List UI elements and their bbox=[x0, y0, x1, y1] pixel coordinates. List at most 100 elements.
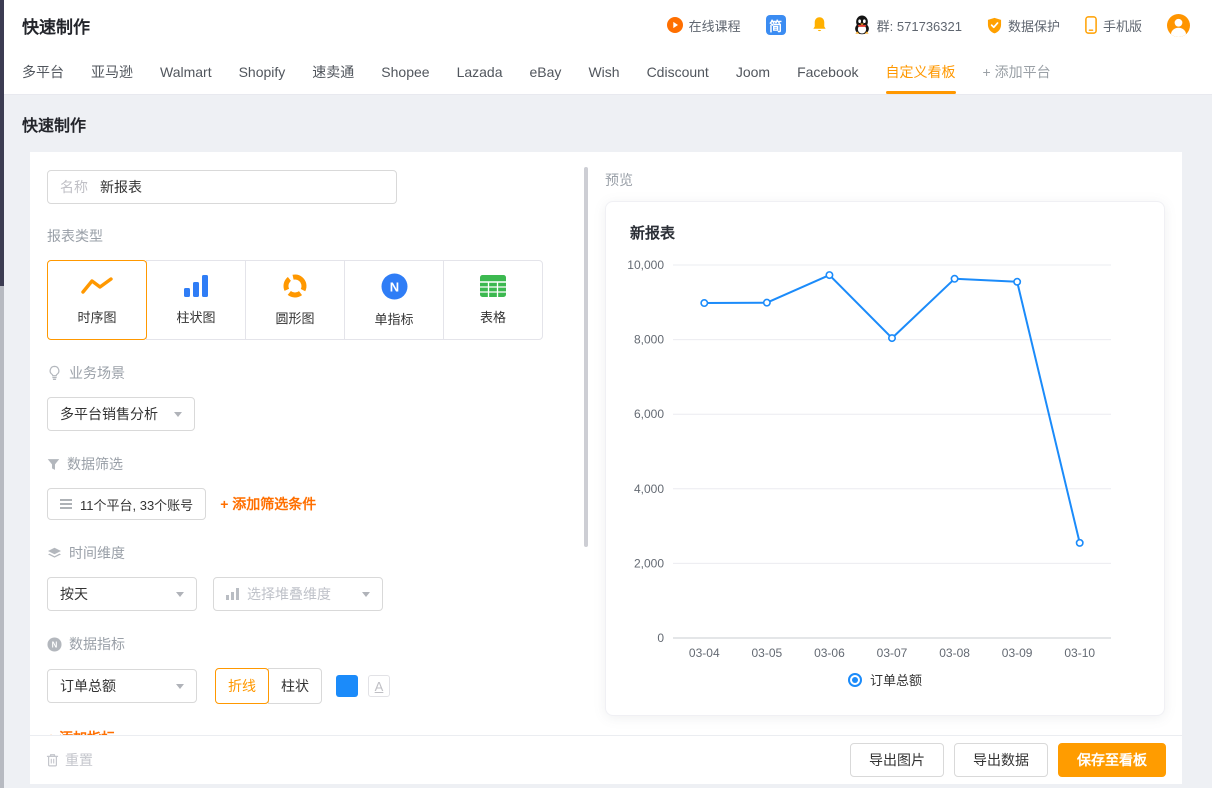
mobile-version-link[interactable]: 手机版 bbox=[1085, 16, 1142, 35]
left-edge-sidebar-scroll[interactable] bbox=[0, 286, 4, 788]
action-bar: 重置 导出图片 导出数据 保存至看板 bbox=[30, 735, 1182, 784]
save-to-dashboard-button[interactable]: 保存至看板 bbox=[1058, 743, 1166, 777]
tab-aliexpress[interactable]: 速卖通 bbox=[312, 50, 354, 94]
chevron-down-icon bbox=[362, 592, 370, 597]
svg-text:2,000: 2,000 bbox=[634, 556, 664, 570]
type-bar-button[interactable]: 柱状图 bbox=[146, 260, 246, 340]
top-header: 快速制作 在线课程 简 群: 571736321 数据保护 bbox=[0, 0, 1212, 50]
footer-buttons: 导出图片 导出数据 保存至看板 bbox=[850, 743, 1166, 777]
filter-section-label: 数据筛选 bbox=[47, 454, 592, 474]
qq-group[interactable]: 群: 571736321 bbox=[853, 15, 962, 35]
series-style-toggle: 折线 柱状 bbox=[215, 668, 322, 704]
stack-dimension-select[interactable]: 选择堆叠维度 bbox=[213, 577, 383, 611]
bell-icon[interactable] bbox=[811, 16, 828, 34]
preview-panel: 预览 新报表 02,0004,0006,0008,00010,00003-040… bbox=[605, 170, 1165, 716]
export-image-button[interactable]: 导出图片 bbox=[850, 743, 944, 777]
legend-marker-icon bbox=[848, 673, 862, 687]
type-timeseries-button[interactable]: 时序图 bbox=[47, 260, 147, 340]
mini-bars-icon bbox=[226, 588, 240, 600]
tab-multi-platform[interactable]: 多平台 bbox=[22, 50, 64, 94]
add-filter-link[interactable]: + 添加筛选条件 bbox=[220, 494, 316, 514]
preview-chart-title: 新报表 bbox=[630, 222, 675, 243]
scene-select[interactable]: 多平台销售分析 bbox=[47, 397, 195, 431]
time-dimension-section-label: 时间维度 bbox=[47, 543, 592, 563]
online-course-link[interactable]: 在线课程 bbox=[667, 16, 741, 35]
app-title: 快速制作 bbox=[22, 13, 90, 38]
report-type-section-label: 报表类型 bbox=[47, 226, 592, 246]
type-table-button[interactable]: 表格 bbox=[443, 260, 543, 340]
svg-text:N: N bbox=[52, 640, 58, 649]
bar-chart-icon bbox=[183, 274, 209, 298]
page-title: 快速制作 bbox=[0, 95, 1212, 152]
svg-text:03-05: 03-05 bbox=[752, 646, 783, 658]
svg-text:03-09: 03-09 bbox=[1002, 646, 1033, 658]
time-granularity-select[interactable]: 按天 bbox=[47, 577, 197, 611]
preview-chart-card: 新报表 02,0004,0006,0008,00010,00003-0403-0… bbox=[605, 201, 1165, 716]
platform-tabbar: 多平台 亚马逊 Walmart Shopify 速卖通 Shopee Lazad… bbox=[0, 50, 1212, 95]
platform-account-filter-button[interactable]: 11个平台, 33个账号 bbox=[47, 488, 206, 520]
svg-text:0: 0 bbox=[657, 631, 664, 645]
form-scrollbar[interactable] bbox=[584, 167, 588, 547]
svg-text:03-06: 03-06 bbox=[814, 646, 845, 658]
user-avatar[interactable] bbox=[1167, 14, 1190, 37]
type-single-metric-button[interactable]: N 单指标 bbox=[344, 260, 444, 340]
add-platform-button[interactable]: + 添加平台 bbox=[983, 50, 1051, 94]
svg-text:8,000: 8,000 bbox=[634, 333, 664, 347]
metric-select[interactable]: 订单总额 bbox=[47, 669, 197, 703]
tab-amazon[interactable]: 亚马逊 bbox=[91, 50, 133, 94]
svg-text:03-07: 03-07 bbox=[877, 646, 908, 658]
tab-cdiscount[interactable]: Cdiscount bbox=[647, 50, 709, 94]
bulb-icon bbox=[47, 365, 62, 381]
chart-legend-item[interactable]: 订单总额 bbox=[606, 670, 1164, 689]
left-edge-sidebar-dark bbox=[0, 0, 4, 286]
report-builder-card: 名称 新报表 报表类型 时序图 柱状图 圆形图 N 单指标 bbox=[30, 152, 1182, 784]
tab-facebook[interactable]: Facebook bbox=[797, 50, 858, 94]
chevron-down-icon bbox=[176, 592, 184, 597]
table-icon bbox=[479, 274, 507, 298]
data-protection-link[interactable]: 数据保护 bbox=[987, 16, 1060, 35]
tab-custom-dashboard[interactable]: 自定义看板 bbox=[886, 50, 956, 94]
preview-line-chart: 02,0004,0006,0008,00010,00003-0403-0503-… bbox=[606, 254, 1166, 658]
tab-wish[interactable]: Wish bbox=[588, 50, 619, 94]
chevron-down-icon bbox=[176, 684, 184, 689]
reset-button[interactable]: 重置 bbox=[46, 750, 93, 770]
shield-check-icon bbox=[987, 17, 1002, 34]
type-pie-button[interactable]: 圆形图 bbox=[245, 260, 345, 340]
language-badge[interactable]: 简 bbox=[766, 15, 786, 35]
export-data-button[interactable]: 导出数据 bbox=[954, 743, 1048, 777]
tab-lazada[interactable]: Lazada bbox=[457, 50, 503, 94]
tab-shopee[interactable]: Shopee bbox=[381, 50, 429, 94]
report-name-value: 新报表 bbox=[100, 177, 142, 197]
chevron-down-icon bbox=[174, 412, 182, 417]
phone-icon bbox=[1085, 16, 1097, 34]
tab-joom[interactable]: Joom bbox=[736, 50, 770, 94]
legend-label: 订单总额 bbox=[870, 670, 922, 689]
tab-walmart[interactable]: Walmart bbox=[160, 50, 212, 94]
hamburger-icon bbox=[60, 499, 72, 509]
svg-text:03-10: 03-10 bbox=[1064, 646, 1095, 658]
qq-penguin-icon bbox=[853, 15, 871, 35]
line-chart-icon bbox=[80, 274, 114, 298]
preview-label: 预览 bbox=[605, 170, 1165, 190]
play-circle-icon bbox=[667, 17, 683, 33]
svg-text:10,000: 10,000 bbox=[627, 258, 664, 272]
metric-section-label: N 数据指标 bbox=[47, 634, 592, 654]
report-name-input[interactable]: 名称 新报表 bbox=[47, 170, 397, 204]
style-line-button[interactable]: 折线 bbox=[215, 668, 269, 704]
svg-text:4,000: 4,000 bbox=[634, 482, 664, 496]
scene-section-label: 业务场景 bbox=[47, 363, 592, 383]
svg-text:03-08: 03-08 bbox=[939, 646, 970, 658]
metric-circle-icon: N bbox=[47, 637, 62, 652]
layers-icon bbox=[47, 547, 62, 560]
svg-text:N: N bbox=[389, 279, 398, 294]
donut-chart-icon bbox=[282, 273, 308, 299]
series-color-swatch[interactable] bbox=[336, 675, 358, 697]
report-name-label: 名称 bbox=[60, 177, 88, 197]
report-type-group: 时序图 柱状图 圆形图 N 单指标 表格 bbox=[47, 260, 592, 340]
font-style-button[interactable]: A bbox=[368, 675, 390, 697]
report-form: 名称 新报表 报表类型 时序图 柱状图 圆形图 N 单指标 bbox=[47, 170, 592, 748]
tab-ebay[interactable]: eBay bbox=[530, 50, 562, 94]
style-bar-button[interactable]: 柱状 bbox=[268, 668, 322, 704]
svg-text:6,000: 6,000 bbox=[634, 407, 664, 421]
tab-shopify[interactable]: Shopify bbox=[239, 50, 286, 94]
